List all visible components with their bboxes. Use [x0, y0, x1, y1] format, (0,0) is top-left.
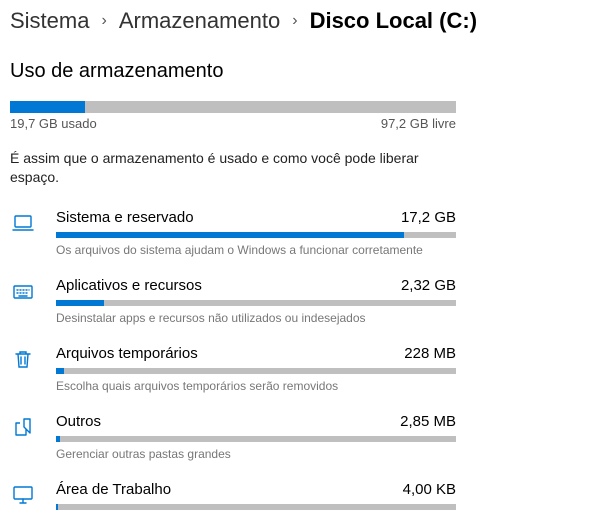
folder-icon: [10, 413, 36, 439]
category-bar-fill: [56, 436, 60, 442]
category-title: Sistema e reservado: [56, 209, 194, 226]
category-title: Área de Trabalho: [56, 481, 171, 498]
laptop-icon: [10, 209, 36, 235]
category-apps-features[interactable]: Aplicativos e recursos 2,32 GB Desinstal…: [10, 277, 456, 325]
category-subtext: Escolha quais arquivos temporários serão…: [56, 379, 456, 393]
category-list: Sistema e reservado 17,2 GB Os arquivos …: [10, 209, 591, 515]
category-subtext: Gerenciar outras pastas grandes: [56, 447, 456, 461]
crumb-system[interactable]: Sistema: [10, 8, 89, 34]
category-title: Aplicativos e recursos: [56, 277, 202, 294]
section-title: Uso de armazenamento: [10, 60, 591, 83]
keyboard-icon: [10, 277, 36, 303]
category-desktop[interactable]: Área de Trabalho 4,00 KB: [10, 481, 456, 515]
used-label: 19,7 GB usado: [10, 116, 97, 131]
category-subtext: Desinstalar apps e recursos não utilizad…: [56, 311, 456, 325]
category-size: 2,32 GB: [401, 277, 456, 294]
category-subtext: Os arquivos do sistema ajudam o Windows …: [56, 243, 456, 257]
category-bar: [56, 300, 456, 306]
overall-usage-fill: [10, 101, 85, 113]
category-system-reserved[interactable]: Sistema e reservado 17,2 GB Os arquivos …: [10, 209, 456, 257]
category-title: Outros: [56, 413, 101, 430]
category-temp-files[interactable]: Arquivos temporários 228 MB Escolha quai…: [10, 345, 456, 393]
overall-usage-labels: 19,7 GB usado 97,2 GB livre: [10, 116, 456, 131]
crumb-storage[interactable]: Armazenamento: [119, 8, 280, 34]
category-bar-fill: [56, 300, 104, 306]
category-bar: [56, 436, 456, 442]
category-bar-fill: [56, 368, 64, 374]
breadcrumb: Sistema › Armazenamento › Disco Local (C…: [10, 8, 591, 34]
category-other[interactable]: Outros 2,85 MB Gerenciar outras pastas g…: [10, 413, 456, 461]
overall-usage-bar: [10, 101, 456, 113]
category-bar-fill: [56, 504, 58, 510]
category-size: 4,00 KB: [403, 481, 456, 498]
category-size: 228 MB: [404, 345, 456, 362]
category-bar-fill: [56, 232, 404, 238]
chevron-right-icon: ›: [292, 12, 297, 30]
category-bar: [56, 232, 456, 238]
trash-icon: [10, 345, 36, 371]
category-size: 17,2 GB: [401, 209, 456, 226]
free-label: 97,2 GB livre: [381, 116, 456, 131]
crumb-drive[interactable]: Disco Local (C:): [310, 8, 477, 34]
category-size: 2,85 MB: [400, 413, 456, 430]
chevron-right-icon: ›: [101, 12, 106, 30]
storage-description: É assim que o armazenamento é usado e co…: [10, 149, 456, 187]
category-title: Arquivos temporários: [56, 345, 198, 362]
category-bar: [56, 504, 456, 510]
monitor-icon: [10, 481, 36, 507]
category-bar: [56, 368, 456, 374]
